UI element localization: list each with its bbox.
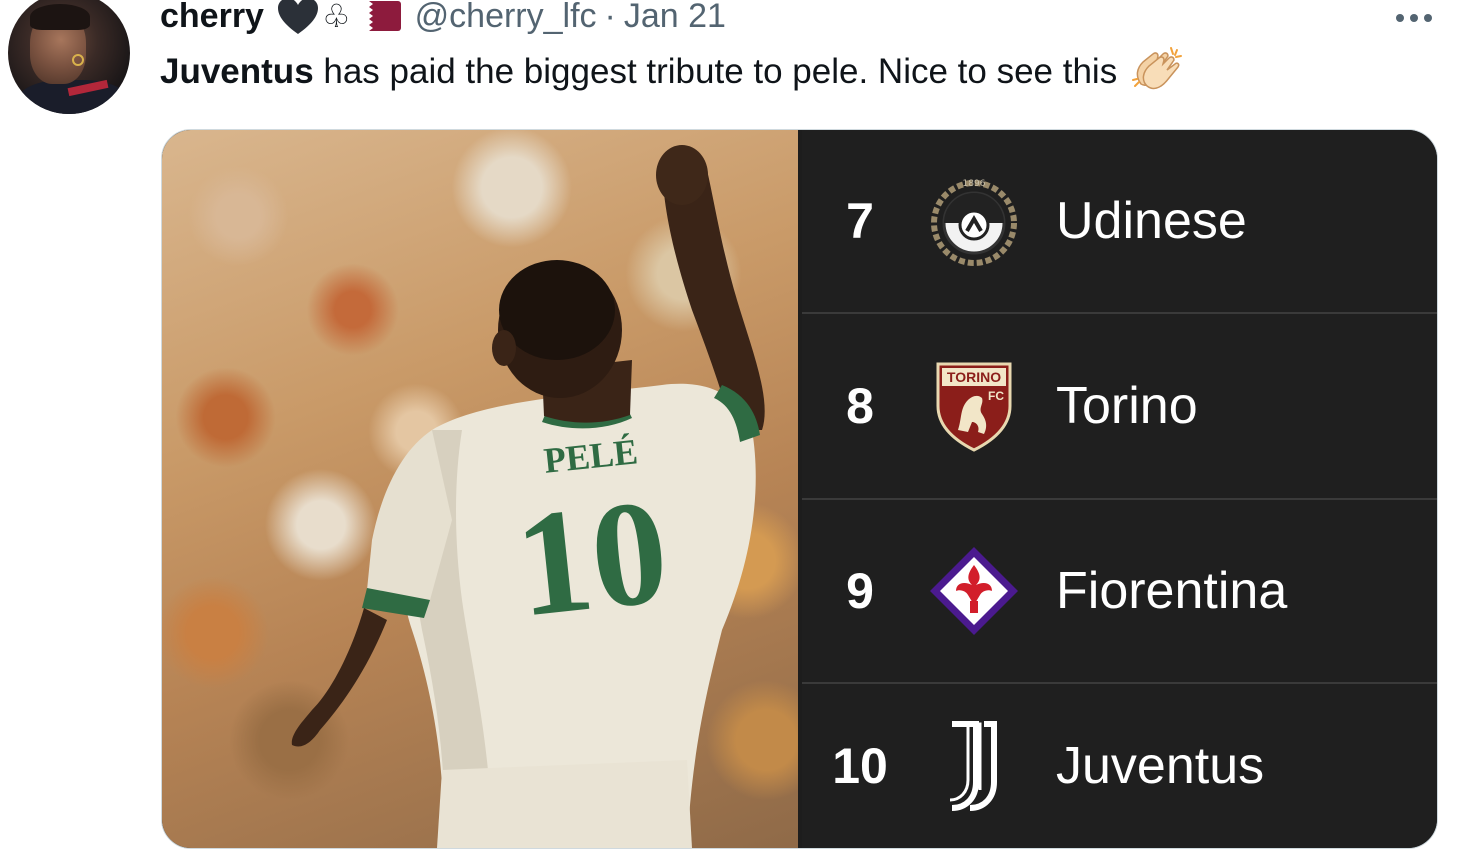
- author-avatar[interactable]: [8, 0, 130, 114]
- torino-logo-fc: FC: [988, 389, 1004, 403]
- jersey-number: 10: [509, 468, 676, 649]
- more-options-icon[interactable]: [1392, 6, 1436, 30]
- udinese-year: 1896: [963, 179, 986, 189]
- qatar-flag-icon: [356, 1, 401, 31]
- standings-row: 8 TORINO FC Torino: [802, 314, 1437, 500]
- tweet-text-bold: Juventus: [160, 52, 314, 91]
- pele-photo[interactable]: PELÉ 10: [162, 130, 798, 848]
- tweet-text-body: has paid the biggest tribute to pele. Ni…: [313, 52, 1118, 91]
- fiorentina-crest-icon: [928, 545, 1020, 637]
- standings-team: Juventus: [1056, 737, 1265, 795]
- avatar-earring: [72, 54, 84, 66]
- torino-crest-icon: TORINO FC: [928, 360, 1020, 452]
- standings-rank: 7: [846, 193, 874, 249]
- standings-team: Udinese: [1056, 192, 1247, 250]
- standings-row: 10 Juventus: [802, 684, 1437, 848]
- standings-rank: 9: [846, 563, 874, 619]
- club-suit-icon: ♧: [321, 0, 351, 34]
- pele-figure: PELÉ 10: [291, 145, 765, 848]
- tweet-date[interactable]: Jan 21: [624, 0, 726, 36]
- standings-list: 7 1896 Udinese 8 TORINO FC Torino 9 Fior…: [802, 130, 1437, 848]
- avatar-shirt: [18, 80, 128, 114]
- torino-logo-text: TORINO: [947, 369, 1001, 385]
- standings-rank: 10: [832, 738, 888, 794]
- author-handle[interactable]: @cherry_lfc: [415, 0, 597, 36]
- black-heart-icon: [276, 0, 320, 36]
- juventus-crest-icon: [928, 720, 1020, 812]
- tweet-media[interactable]: PELÉ 10 7 1896 Udinese 8 TORINO FC Torin…: [161, 129, 1438, 849]
- standings-rank: 8: [846, 378, 874, 434]
- standings-row: 9 Fiorentina: [802, 500, 1437, 684]
- separator-dot: ·: [604, 0, 616, 35]
- avatar-hair: [30, 4, 90, 30]
- tweet-text: Juventus has paid the biggest tribute to…: [160, 46, 1183, 98]
- standings-team: Torino: [1056, 377, 1198, 435]
- standings-team: Fiorentina: [1056, 562, 1288, 620]
- standings-row: 7 1896 Udinese: [802, 130, 1437, 314]
- tweet-header: cherry ♧ @cherry_lfc · Jan 21: [160, 0, 726, 40]
- author-name[interactable]: cherry: [160, 0, 264, 36]
- udinese-crest-icon: 1896: [928, 175, 1020, 267]
- clapping-hands-icon: [1131, 46, 1183, 94]
